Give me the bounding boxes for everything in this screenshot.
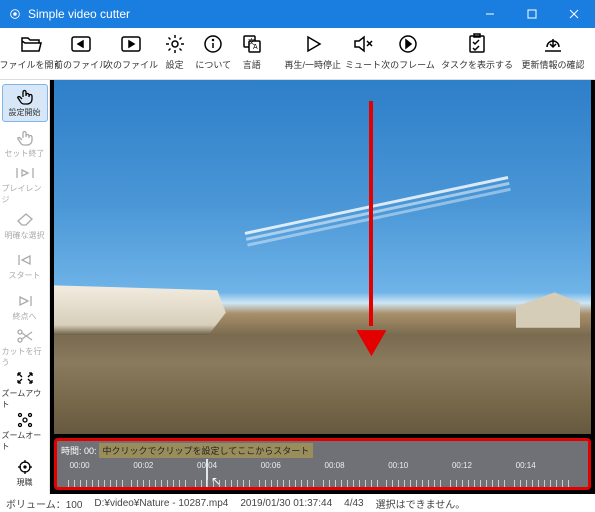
- playrange-button[interactable]: プレイレンジ: [2, 165, 48, 205]
- frame-status: 4/43: [344, 498, 363, 509]
- timeline-ruler[interactable]: ↖ 00:00 00:02 00:04 00:06 00:08 00:10 00…: [57, 459, 588, 487]
- next-file-button[interactable]: 次のファイル: [108, 32, 154, 71]
- titlebar: Simple video cutter: [0, 0, 595, 28]
- prev-file-button[interactable]: 前のファイル: [58, 32, 104, 71]
- mute-button[interactable]: ミュート: [345, 32, 381, 71]
- prev-icon: [70, 32, 92, 56]
- datetime-status: 2019/01/30 01:37:44: [240, 498, 332, 509]
- hand-point-icon: [16, 88, 34, 106]
- check-update-button[interactable]: 更新情報の確認: [523, 32, 583, 71]
- minimize-button[interactable]: [469, 0, 511, 28]
- about-button[interactable]: について: [195, 32, 231, 71]
- play-pause-button[interactable]: 再生/一時停止: [284, 32, 341, 71]
- settings-button[interactable]: 設定: [158, 32, 191, 71]
- main-toolbar: ファイルを開く 前のファイル 次のファイル 設定 について 文A言語 再生/一時…: [0, 28, 595, 80]
- maximize-button[interactable]: [511, 0, 553, 28]
- mute-icon: [352, 32, 374, 56]
- download-icon: [542, 32, 564, 56]
- video-preview[interactable]: [54, 80, 591, 434]
- eraser-icon: [16, 211, 34, 229]
- annotation-arrow: [365, 101, 377, 356]
- next-icon: [120, 32, 142, 56]
- set-start-button[interactable]: 設定開始: [2, 84, 48, 122]
- timeline-hint: 中クリックでクリップを設定してここからスタート: [99, 443, 314, 458]
- show-tasks-button[interactable]: タスクを表示する: [447, 32, 507, 71]
- target-icon: [16, 458, 34, 476]
- step-icon: [397, 32, 419, 56]
- app-icon: [8, 7, 22, 21]
- close-button[interactable]: [553, 0, 595, 28]
- info-icon: [202, 32, 224, 56]
- zoom-out-button[interactable]: ズームアウト: [2, 370, 48, 410]
- open-file-button[interactable]: ファイルを開く: [8, 32, 54, 71]
- svg-text:A: A: [253, 44, 258, 51]
- play-icon: [302, 32, 324, 56]
- zoom-auto-button[interactable]: ズームオート: [2, 412, 48, 452]
- language-button[interactable]: 文A言語: [235, 32, 268, 71]
- start-button[interactable]: スタート: [2, 247, 48, 285]
- tasks-icon: [466, 32, 488, 56]
- clear-sel-button[interactable]: 明確な選択: [2, 207, 48, 245]
- end-button[interactable]: 終点へ: [2, 287, 48, 325]
- window-title: Simple video cutter: [28, 7, 130, 21]
- folder-open-icon: [19, 32, 43, 56]
- volume-status: ボリューム：100: [6, 496, 82, 511]
- statusbar: ボリューム：100 D:¥video¥Nature - 10287.mp4 20…: [0, 494, 595, 512]
- language-icon: 文A: [241, 32, 263, 56]
- next-frame-button[interactable]: 次のフレーム: [385, 32, 431, 71]
- to-start-icon: [16, 251, 34, 269]
- filepath-status: D:¥video¥Nature - 10287.mp4: [94, 498, 228, 509]
- current-button[interactable]: 現職: [2, 454, 48, 492]
- play-range-icon: [15, 165, 35, 182]
- scissors-icon: [16, 328, 34, 345]
- zoom-out-icon: [16, 370, 34, 387]
- hand-icon: [16, 129, 34, 147]
- selection-status: 選択はできません。: [376, 496, 466, 511]
- to-end-icon: [16, 292, 34, 310]
- timeline[interactable]: 時間: 00:中クリックでクリップを設定してここからスタート ↖ 00:00 0…: [54, 438, 591, 490]
- timeline-time-label: 時間: 00:: [57, 444, 97, 457]
- zoom-auto-icon: [16, 412, 34, 429]
- sidebar: 設定開始 セット終了 プレイレンジ 明確な選択 スタート 終点へ カットを行う …: [0, 80, 50, 494]
- do-cut-button[interactable]: カットを行う: [2, 328, 48, 368]
- set-end-button[interactable]: セット終了: [2, 124, 48, 162]
- gear-icon: [164, 32, 186, 56]
- main-area: 時間: 00:中クリックでクリップを設定してここからスタート ↖ 00:00 0…: [50, 80, 595, 494]
